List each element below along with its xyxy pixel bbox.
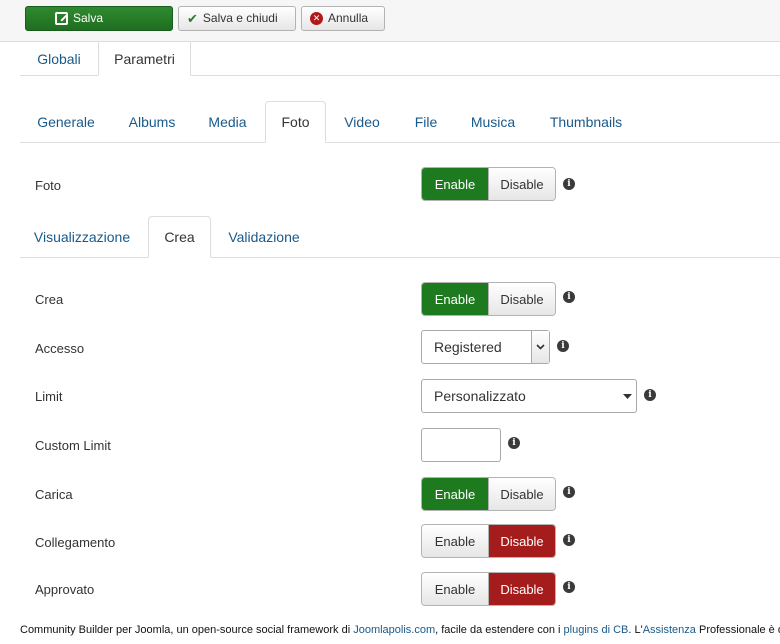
info-icon[interactable]: i — [557, 340, 569, 352]
footer-text: Community Builder per Joomla, un open-so… — [20, 624, 354, 636]
sub-tabbar: Visualizzazione Crea Validazione — [20, 216, 780, 258]
tab-thumbnails[interactable]: Thumbnails — [534, 101, 638, 143]
tab-file[interactable]: File — [398, 101, 454, 143]
foto-enable-button[interactable]: Enable — [422, 168, 489, 200]
collegamento-label: Collegamento — [35, 535, 116, 550]
carica-disable-button[interactable]: Disable — [489, 478, 555, 510]
section-tabbar: Generale Albums Media Foto Video File Mu… — [20, 101, 780, 143]
caret-down-icon[interactable] — [618, 380, 636, 412]
tab-validazione[interactable]: Validazione — [216, 216, 312, 258]
footer-text: Professionale è dis — [698, 624, 780, 636]
edit-icon — [54, 12, 68, 25]
save-close-button[interactable]: ✔ Salva e chiudi — [178, 6, 296, 31]
collegamento-disable-button[interactable]: Disable — [489, 525, 555, 557]
info-icon[interactable]: i — [508, 437, 520, 449]
approvato-disable-button[interactable]: Disable — [489, 573, 555, 605]
save-button-label: Salva — [72, 11, 104, 25]
crea-label: Crea — [35, 292, 64, 307]
save-close-button-label: Salva e chiudi — [202, 11, 278, 25]
tab-parametri[interactable]: Parametri — [98, 42, 191, 76]
tab-crea[interactable]: Crea — [148, 216, 211, 258]
limit-select[interactable]: Personalizzato — [421, 379, 637, 413]
limit-select-value: Personalizzato — [434, 388, 526, 404]
custom-limit-input[interactable] — [421, 428, 501, 462]
cancel-icon: ✕ — [310, 12, 323, 25]
footer-text: , facile da estendere con i — [435, 624, 564, 636]
info-icon[interactable]: i — [563, 486, 575, 498]
foto-label: Foto — [35, 178, 62, 193]
toolbar: Salva ✔ Salva e chiudi ✕ Annulla — [0, 0, 780, 42]
tab-musica[interactable]: Musica — [460, 101, 526, 143]
plugins-link[interactable]: plugins di CB — [564, 624, 629, 636]
accesso-select-value: Registered — [434, 339, 502, 355]
assistenza-link[interactable]: Assistenza — [643, 624, 696, 636]
carica-enable-button[interactable]: Enable — [422, 478, 489, 510]
approvato-label: Approvato — [35, 582, 95, 597]
foto-toggle[interactable]: Enable Disable — [421, 167, 556, 201]
footer-text: . L' — [628, 624, 643, 636]
tab-media[interactable]: Media — [195, 101, 260, 143]
info-icon[interactable]: i — [644, 389, 656, 401]
collegamento-enable-button[interactable]: Enable — [422, 525, 489, 557]
cancel-button-label: Annulla — [328, 11, 369, 25]
approvato-toggle[interactable]: Enable Disable — [421, 572, 556, 606]
accesso-label: Accesso — [35, 341, 85, 356]
check-icon: ✔ — [187, 11, 198, 26]
carica-toggle[interactable]: Enable Disable — [421, 477, 556, 511]
custom-limit-label: Custom Limit — [35, 438, 111, 453]
info-icon[interactable]: i — [563, 178, 575, 190]
crea-disable-button[interactable]: Disable — [489, 283, 555, 315]
chevron-down-icon[interactable] — [531, 331, 549, 363]
crea-toggle[interactable]: Enable Disable — [421, 282, 556, 316]
joomlapolis-link[interactable]: Joomlapolis.com — [353, 624, 435, 636]
tab-visualizzazione[interactable]: Visualizzazione — [20, 216, 144, 258]
tab-foto[interactable]: Foto — [265, 101, 326, 143]
accesso-select[interactable]: Registered — [421, 330, 550, 364]
tab-albums[interactable]: Albums — [115, 101, 189, 143]
info-icon[interactable]: i — [563, 534, 575, 546]
limit-label: Limit — [35, 389, 63, 404]
carica-label: Carica — [35, 487, 73, 502]
footer: Community Builder per Joomla, un open-so… — [20, 624, 780, 636]
main-tabbar: Globali Parametri — [20, 42, 780, 76]
info-icon[interactable]: i — [563, 581, 575, 593]
foto-disable-button[interactable]: Disable — [489, 168, 555, 200]
crea-enable-button[interactable]: Enable — [422, 283, 489, 315]
save-button[interactable]: Salva — [25, 6, 173, 31]
cancel-button[interactable]: ✕ Annulla — [301, 6, 385, 31]
tab-globali[interactable]: Globali — [20, 42, 98, 76]
info-icon[interactable]: i — [563, 291, 575, 303]
approvato-enable-button[interactable]: Enable — [422, 573, 489, 605]
tab-video[interactable]: Video — [331, 101, 393, 143]
tab-generale[interactable]: Generale — [20, 101, 112, 143]
collegamento-toggle[interactable]: Enable Disable — [421, 524, 556, 558]
